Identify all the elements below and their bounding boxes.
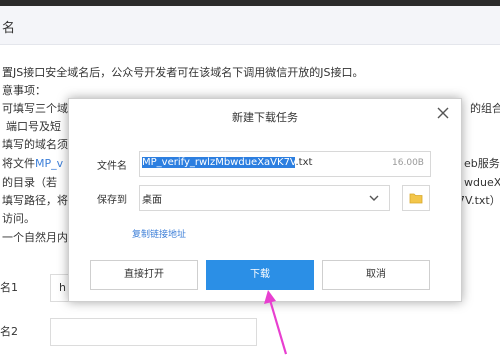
download-dialog: 新建下载任务 文件名 MP_verify_rwlzMbwdueXaVK7V.tx… — [68, 98, 462, 302]
chevron-down-icon — [369, 195, 379, 201]
page-header: 名 — [0, 6, 500, 45]
notes-heading: 意事项： — [2, 84, 46, 97]
note-line-1: 可填写三个域 — [2, 102, 68, 115]
domain-2-label: 名2 — [0, 325, 18, 338]
intro-line: 置JS接口安全域名后，公众号开发者可在该域名下调用微信开放的JS接口。 — [2, 66, 364, 79]
saveto-select[interactable]: 桌面 — [139, 185, 390, 211]
copy-link-address[interactable]: 复制链接地址 — [132, 227, 186, 240]
right-text-2: eb服务器 — [464, 157, 500, 170]
saveto-label: 保存到 — [97, 195, 127, 206]
file-size: 16.00B — [392, 158, 424, 168]
right-text-3: wdueXa' — [464, 176, 500, 189]
note-line-8: 一个自然月内 — [2, 231, 68, 244]
right-text-1: 的组合， — [470, 102, 500, 115]
cancel-button[interactable]: 取消 — [322, 260, 430, 290]
open-directly-button[interactable]: 直接打开 — [90, 260, 198, 290]
domain-1-label: 名1 — [0, 281, 18, 294]
note-line-4: 将文件MP_v — [2, 157, 64, 170]
note-line-3: 填写的域名须 — [2, 138, 68, 151]
folder-icon — [409, 193, 423, 204]
browse-folder-button[interactable] — [402, 185, 430, 211]
annotation-arrow — [264, 290, 288, 355]
filename-label: 文件名 — [97, 161, 127, 172]
filename-selection: MP_verify_rwlzMbwdueXaVK7V — [142, 157, 296, 168]
filename-value: MP_verify_rwlzMbwdueXaVK7V.txt — [142, 157, 312, 168]
close-icon[interactable] — [435, 105, 451, 121]
note-line-5: 的目录（若 — [2, 176, 57, 189]
note-line-2: 端口号及短 — [6, 120, 61, 133]
filename-extension: .txt — [295, 157, 313, 168]
right-text-4: 7V.txt） — [458, 194, 500, 207]
verify-file-link[interactable]: MP_v — [35, 157, 63, 170]
dialog-title: 新建下载任务 — [232, 111, 298, 124]
saveto-value: 桌面 — [142, 195, 162, 206]
page-header-title: 名 — [2, 21, 16, 36]
note-line-6: 填写路径，将 — [2, 194, 68, 207]
domain-1-value: h — [59, 281, 66, 294]
domain-2-input[interactable] — [50, 318, 257, 346]
filename-input[interactable]: MP_verify_rwlzMbwdueXaVK7V.txt 16.00B — [139, 151, 431, 177]
note-line-7: 访问。 — [2, 212, 35, 225]
